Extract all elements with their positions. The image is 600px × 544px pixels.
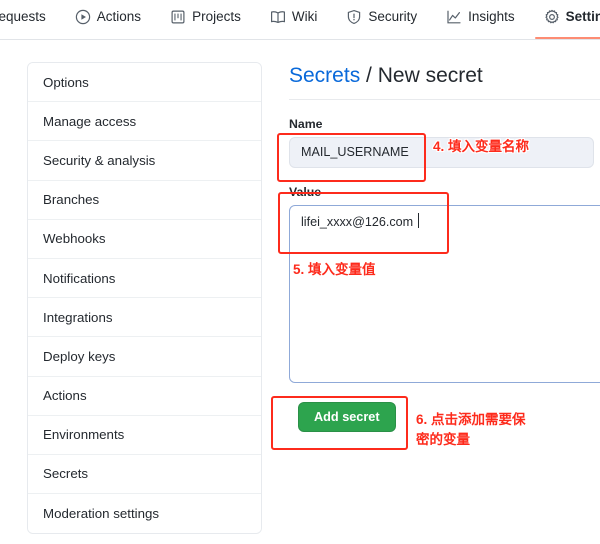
repo-tab-bar: requests Actions Projects — [0, 0, 600, 40]
sidebar-item-environments[interactable]: Environments — [28, 415, 261, 455]
breadcrumb-separator: / — [366, 64, 372, 87]
tab-actions[interactable]: Actions — [64, 0, 152, 33]
tab-label: Actions — [96, 9, 142, 24]
settings-sidebar: Options Manage access Security & analysi… — [27, 62, 262, 535]
tab-pull-requests[interactable]: requests — [0, 0, 57, 33]
name-field-label: Name — [289, 117, 323, 131]
sidebar-item-label: Webhooks — [43, 231, 106, 247]
sidebar-item-actions[interactable]: Actions — [28, 376, 261, 416]
play-circle-icon — [75, 9, 91, 25]
sidebar-item-label: Manage access — [43, 113, 137, 129]
tab-label: Wiki — [291, 9, 318, 24]
sidebar-item-webhooks[interactable]: Webhooks — [28, 219, 261, 259]
secret-value-wrapper — [289, 205, 600, 383]
secret-name-input[interactable] — [289, 137, 594, 168]
tab-label: Security — [368, 9, 418, 24]
project-board-icon — [170, 9, 186, 25]
sidebar-item-label: Secrets — [43, 466, 89, 482]
sidebar-item-branches[interactable]: Branches — [28, 180, 261, 220]
breadcrumb-link-secrets[interactable]: Secrets — [289, 64, 360, 87]
sidebar-item-security-analysis[interactable]: Security & analysis — [28, 141, 261, 181]
tab-active-underline — [534, 37, 600, 39]
tab-settings[interactable]: Settings — [533, 0, 600, 39]
book-icon — [270, 9, 286, 25]
sidebar-item-label: Security & analysis — [43, 152, 156, 168]
sidebar-item-label: Integrations — [43, 309, 113, 325]
graph-icon — [446, 9, 462, 25]
tab-label: requests — [0, 9, 46, 24]
sidebar-item-label: Notifications — [43, 270, 116, 286]
breadcrumb: Secrets / New secret — [289, 62, 600, 100]
tab-label: Settings — [565, 9, 600, 24]
new-secret-form: Secrets / New secret Name Value Add secr… — [289, 62, 600, 432]
sidebar-item-label: Moderation settings — [43, 506, 160, 522]
tab-insights[interactable]: Insights — [435, 0, 526, 33]
sidebar-item-label: Deploy keys — [43, 348, 116, 364]
sidebar-item-label: Branches — [43, 192, 100, 208]
sidebar-item-integrations[interactable]: Integrations — [28, 298, 261, 338]
sidebar-item-manage-access[interactable]: Manage access — [28, 102, 261, 142]
text-cursor-caret — [418, 213, 419, 228]
tab-projects[interactable]: Projects — [159, 0, 252, 33]
sidebar-item-moderation-settings[interactable]: Moderation settings — [28, 494, 261, 534]
sidebar-item-notifications[interactable]: Notifications — [28, 258, 261, 299]
sidebar-item-deploy-keys[interactable]: Deploy keys — [28, 337, 261, 377]
page-title: New secret — [377, 64, 483, 87]
sidebar-item-options[interactable]: Options — [28, 63, 261, 103]
repo-tab-list: requests Actions Projects — [0, 0, 600, 39]
secret-value-textarea[interactable] — [289, 205, 600, 383]
gear-icon — [544, 9, 560, 25]
tab-label: Insights — [468, 9, 515, 24]
value-field-label: Value — [289, 185, 322, 199]
add-secret-button[interactable]: Add secret — [298, 402, 396, 432]
shield-icon — [346, 9, 362, 25]
tab-label: Projects — [192, 9, 241, 24]
sidebar-item-label: Actions — [43, 388, 87, 404]
tab-security[interactable]: Security — [335, 0, 428, 33]
sidebar-item-secrets[interactable]: Secrets — [28, 454, 261, 495]
sidebar-item-label: Options — [43, 74, 89, 90]
sidebar-item-label: Environments — [43, 427, 125, 443]
tab-wiki[interactable]: Wiki — [259, 0, 329, 33]
